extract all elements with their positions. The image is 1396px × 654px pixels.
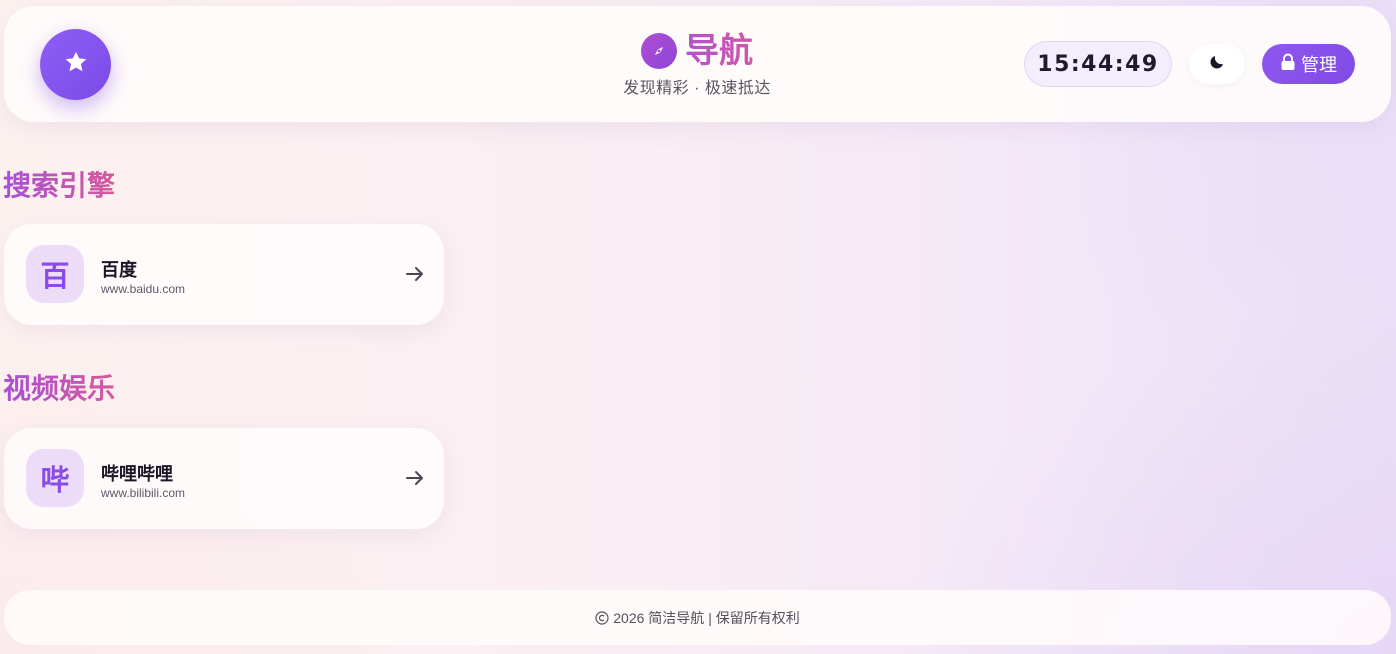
compass-icon (641, 33, 677, 69)
star-icon (63, 49, 89, 80)
link-card-baidu[interactable]: 百 百度 www.baidu.com (4, 224, 444, 325)
moon-icon (1208, 53, 1226, 76)
site-name: 百度 (101, 260, 137, 280)
footer-text: 2026 简洁导航 | 保留所有权利 (613, 609, 800, 626)
header: 导航 发现精彩 · 极速抵达 15:44:49 管理 (4, 6, 1391, 122)
clock: 15:44:49 (1024, 41, 1172, 87)
admin-button[interactable]: 管理 (1262, 44, 1355, 84)
section-title: 视频娱乐 (3, 373, 116, 404)
brand: 导航 发现精彩 · 极速抵达 (564, 32, 830, 98)
theme-toggle-button[interactable] (1189, 44, 1245, 84)
site-avatar: 哔 (26, 449, 84, 507)
link-card-bilibili[interactable]: 哔 哔哩哔哩 www.bilibili.com (4, 428, 444, 529)
admin-label: 管理 (1301, 55, 1337, 75)
favorites-button[interactable] (40, 29, 111, 100)
site-url: www.baidu.com (101, 282, 186, 296)
arrow-right-icon[interactable] (405, 264, 425, 284)
page-title: 导航 (685, 32, 753, 70)
site-name: 哔哩哔哩 (101, 464, 173, 484)
footer: 2026 简洁导航 | 保留所有权利 (4, 590, 1391, 645)
section-title: 搜索引擎 (3, 170, 116, 201)
site-avatar: 百 (26, 245, 84, 303)
copyright-icon (595, 610, 609, 625)
lock-icon (1280, 53, 1296, 76)
arrow-right-icon[interactable] (405, 468, 425, 488)
site-url: www.bilibili.com (101, 486, 186, 500)
page-subtitle: 发现精彩 · 极速抵达 (623, 80, 771, 97)
